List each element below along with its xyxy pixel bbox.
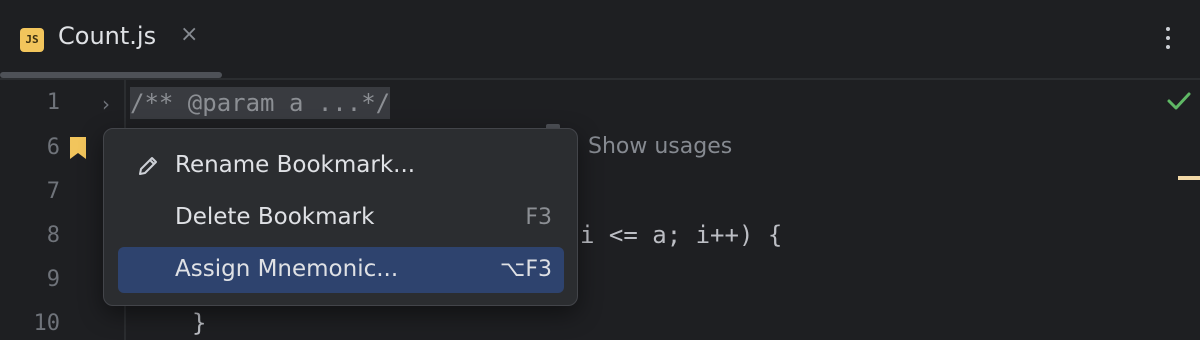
tab-title: Count.js: [58, 22, 157, 50]
line-number: 1: [46, 90, 60, 115]
folded-doc-comment[interactable]: /** @param a ...*/: [130, 87, 391, 119]
line-number: 7: [46, 179, 60, 204]
checkmark-icon: [1167, 92, 1191, 110]
line-number: 8: [46, 223, 60, 248]
code-line-10: }: [192, 309, 207, 337]
scrollbar-bookmark-marker[interactable]: [1178, 176, 1200, 180]
bookmark-icon[interactable]: [68, 136, 88, 160]
menu-item-shortcut: F3: [525, 205, 552, 230]
assign-mnemonic-menu-item[interactable]: Assign Mnemonic... ⌥F3: [118, 247, 564, 293]
javascript-file-icon: JS: [20, 28, 44, 52]
line-number: 6: [46, 135, 60, 160]
editor-tab-bar: JS Count.js ×: [0, 0, 1200, 80]
menu-item-label: Assign Mnemonic...: [175, 256, 399, 282]
line-number: 9: [46, 267, 60, 292]
fold-expand-icon[interactable]: ›: [102, 92, 110, 116]
rename-bookmark-menu-item[interactable]: Rename Bookmark...: [118, 143, 564, 189]
more-options-icon[interactable]: [1158, 22, 1178, 54]
line-number: 10: [33, 311, 61, 336]
pencil-icon: [139, 157, 157, 175]
delete-bookmark-menu-item[interactable]: Delete Bookmark F3: [118, 195, 564, 241]
show-usages-hint[interactable]: Show usages: [588, 134, 732, 159]
bookmark-context-menu: Rename Bookmark... Delete Bookmark F3 As…: [103, 128, 578, 306]
menu-item-label: Delete Bookmark: [175, 204, 375, 230]
menu-item-label: Rename Bookmark...: [175, 152, 416, 178]
code-line-8: i <= a; i++) {: [580, 221, 783, 249]
menu-item-shortcut: ⌥F3: [499, 257, 552, 282]
close-icon[interactable]: ×: [180, 22, 198, 47]
active-tab-indicator: [0, 72, 222, 78]
tab-count-js[interactable]: JS Count.js ×: [0, 0, 222, 78]
